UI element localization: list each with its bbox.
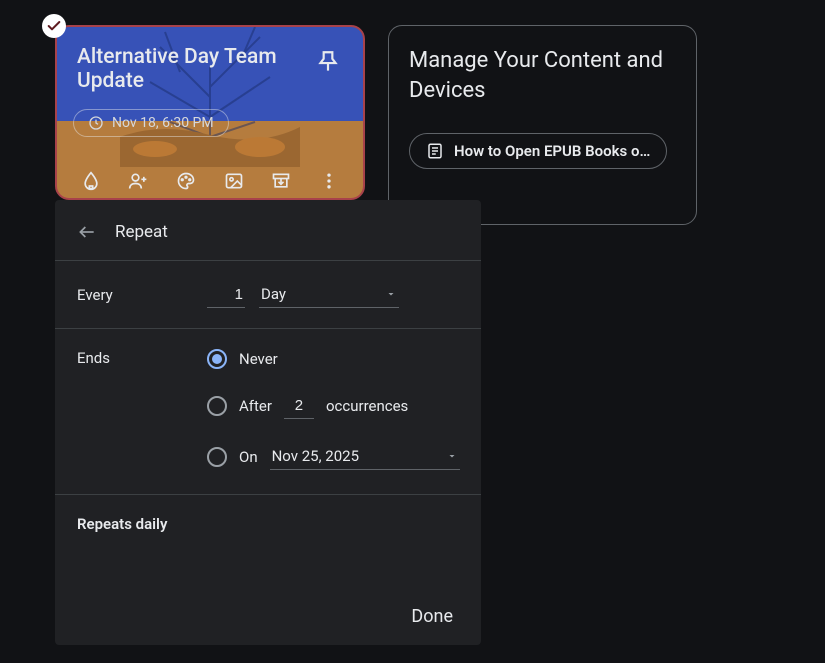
ends-after-prefix: After (239, 397, 272, 415)
image-icon[interactable] (223, 170, 245, 192)
done-button[interactable]: Done (411, 606, 453, 627)
note-card[interactable]: Alternative Day Team Update Nov 18, 6:30… (55, 25, 365, 200)
selected-check-badge (42, 14, 66, 38)
more-icon[interactable] (318, 170, 340, 192)
pin-icon[interactable] (315, 49, 341, 75)
content-devices-card[interactable]: Manage Your Content and Devices How to O… (388, 25, 697, 225)
clock-icon (88, 115, 104, 131)
ends-on-date-select[interactable]: Nov 25, 2025 (270, 443, 460, 470)
every-unit-select[interactable]: Day (259, 281, 399, 308)
content-devices-title: Manage Your Content and Devices (409, 46, 676, 105)
every-label: Every (77, 286, 207, 304)
ends-on-prefix: On (239, 448, 258, 466)
ends-on-option[interactable]: On Nov 25, 2025 (207, 443, 460, 470)
ends-never-label: Never (239, 350, 278, 368)
epub-link-text: How to Open EPUB Books o… (454, 142, 650, 160)
note-reminder-text: Nov 18, 6:30 PM (112, 115, 214, 131)
repeat-panel: Repeat Every Day Ends Never After occurr… (55, 200, 481, 645)
archive-icon[interactable] (270, 170, 292, 192)
note-reminder-chip[interactable]: Nov 18, 6:30 PM (73, 109, 229, 137)
radio-icon (207, 396, 227, 416)
chevron-down-icon (446, 450, 458, 462)
chevron-down-icon (385, 288, 397, 300)
every-value-input[interactable] (207, 282, 245, 308)
repeat-summary: Repeats daily (55, 495, 481, 533)
ends-on-date-value: Nov 25, 2025 (272, 447, 359, 465)
ends-after-option[interactable]: After occurrences (207, 393, 460, 419)
palette-icon[interactable] (175, 170, 197, 192)
back-icon[interactable] (77, 222, 97, 242)
every-unit-value: Day (261, 285, 286, 303)
remind-icon[interactable] (80, 170, 102, 192)
ends-after-suffix: occurrences (326, 397, 408, 415)
ends-label: Ends (77, 349, 207, 494)
ends-after-value-input[interactable] (284, 393, 314, 419)
epub-link-chip[interactable]: How to Open EPUB Books o… (409, 133, 667, 169)
radio-icon (207, 447, 227, 467)
ends-never-option[interactable]: Never (207, 349, 460, 369)
add-collaborator-icon[interactable] (127, 170, 149, 192)
repeat-title: Repeat (115, 222, 168, 242)
article-icon (426, 142, 444, 160)
note-toolbar (57, 170, 363, 192)
radio-selected-icon (207, 349, 227, 369)
